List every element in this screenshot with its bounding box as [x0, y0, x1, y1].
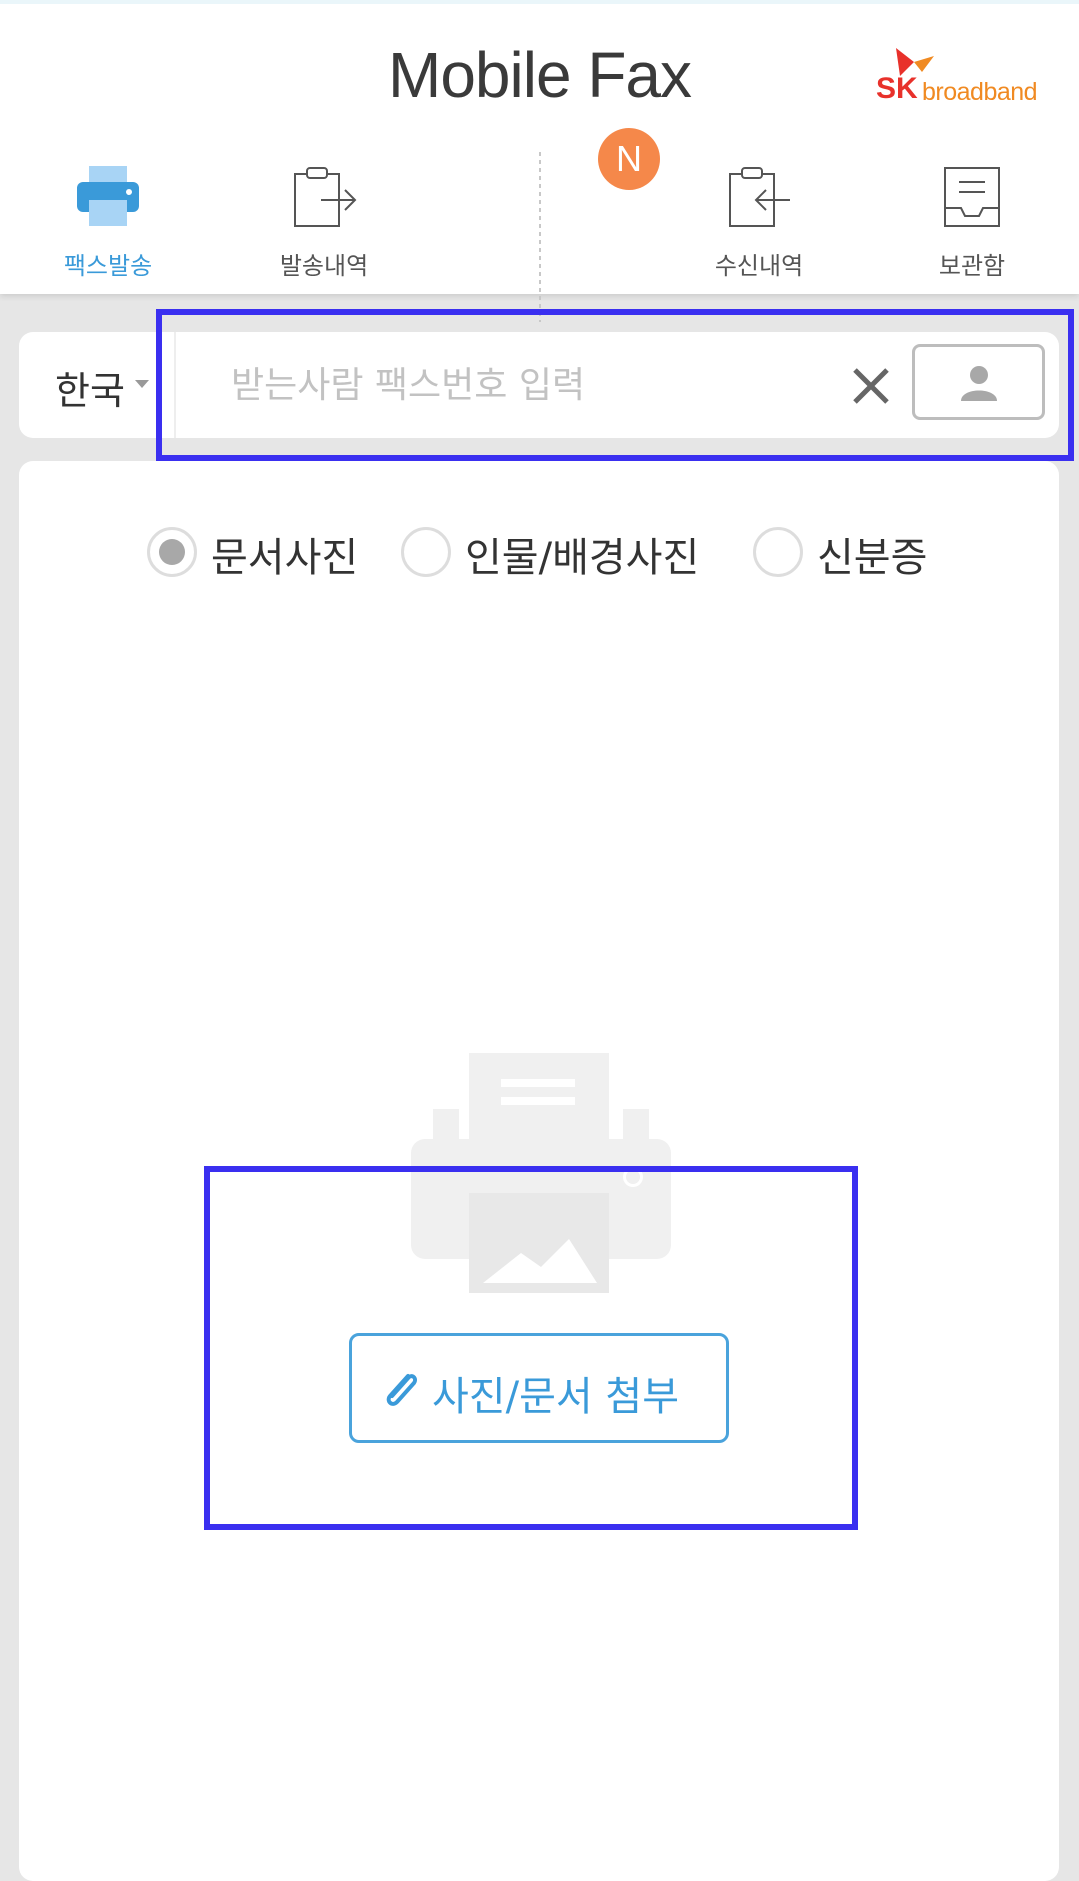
radio-circle[interactable]: [401, 527, 451, 577]
radio-label: 문서사진: [211, 535, 359, 581]
contacts-button[interactable]: [912, 344, 1045, 420]
divider: [174, 332, 176, 438]
person-icon: [961, 366, 997, 401]
nav-divider: [539, 152, 541, 322]
inbox-icon: [729, 167, 790, 227]
nav-label: 팩스발송: [63, 252, 153, 280]
nav-fax-send[interactable]: 팩스발송: [33, 154, 183, 284]
fax-machine-icon: [411, 1053, 671, 1293]
nav-label: 발송내역: [279, 252, 369, 280]
nav-label: 보관함: [938, 252, 1006, 280]
new-badge[interactable]: N: [598, 128, 660, 190]
attach-button-label: 사진/문서 첨부: [432, 1374, 679, 1420]
outbox-icon: [294, 167, 357, 227]
fax-number-input[interactable]: [229, 354, 833, 416]
printer-icon: [77, 166, 139, 226]
caret-down-icon[interactable]: [135, 380, 149, 388]
radio-label: 인물/배경사진: [465, 535, 700, 581]
nav-archive[interactable]: 보관함: [897, 154, 1047, 284]
recipient-input-card: 한국: [19, 332, 1059, 438]
radio-circle[interactable]: [753, 527, 803, 577]
attach-card: 문서사진 인물/배경사진 신분증 사진/문서 첨부: [19, 461, 1059, 1881]
archive-tray-icon: [944, 167, 1000, 227]
nav-label: 수신내역: [714, 252, 804, 280]
nav-received-history[interactable]: 수신내역: [684, 154, 834, 284]
photo-type-group: 문서사진 인물/배경사진 신분증: [19, 521, 1059, 591]
logo-sk-text: SK: [876, 72, 918, 105]
close-icon[interactable]: [849, 364, 893, 408]
sk-broadband-logo: SK broadband: [872, 46, 1052, 110]
logo-broadband-text: broadband: [922, 78, 1038, 106]
nav-sent-history[interactable]: 발송내역: [249, 154, 399, 284]
paperclip-icon: [386, 1374, 418, 1406]
radio-label: 신분증: [817, 535, 928, 581]
attach-photo-document-button[interactable]: 사진/문서 첨부: [349, 1333, 729, 1443]
country-selector[interactable]: 한국: [55, 360, 125, 415]
radio-circle[interactable]: [147, 527, 197, 577]
